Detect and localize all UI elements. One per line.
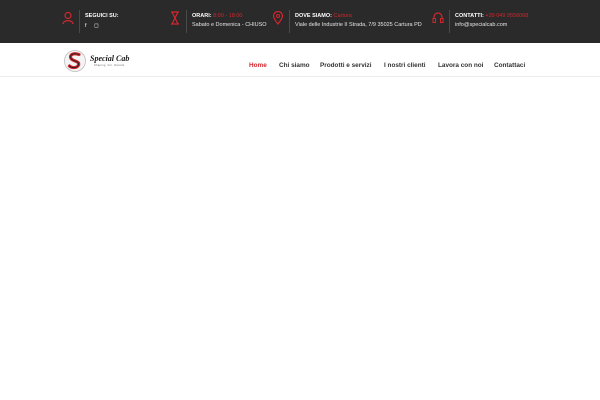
address-street: Viale delle Industrie II Strada, 7/9 350… (295, 22, 422, 28)
instagram-icon[interactable]: ◻ (94, 23, 99, 29)
separator (449, 10, 450, 33)
nav-contattaci[interactable]: Contattaci (494, 62, 525, 69)
logo-emblem-icon (64, 50, 86, 72)
facebook-icon[interactable]: f (85, 23, 87, 29)
contacts-email[interactable]: info@specialcab.com (455, 22, 507, 28)
social-icons: f ◻ (85, 23, 105, 29)
separator (79, 10, 80, 33)
logo[interactable]: Special Cab Shaping. For. Details (63, 49, 145, 73)
contacts-block: CONTATTI: +39 049 9556068 info@specialca… (432, 9, 542, 35)
hours-weekend: Sabato e Domenica - CHIUSO (192, 22, 267, 28)
logo-tagline: Shaping. For. Details (94, 64, 125, 67)
hours-block: ORARI: 8:00 - 18:00 Sabato e Domenica - … (169, 9, 269, 35)
address-block: DOVE SIAMO: Cartura Viale delle Industri… (272, 9, 432, 35)
top-bar: SEGUICI SU: f ◻ ORARI: 8:00 - 18:00 Saba… (0, 0, 600, 43)
contacts-phone[interactable]: +39 049 9556068 (485, 13, 528, 19)
main-navbar: Special Cab Shaping. For. Details Home C… (0, 43, 600, 77)
page-content (0, 78, 600, 400)
nav-nostri-clienti[interactable]: I nostri clienti (384, 62, 426, 69)
nav-home[interactable]: Home (249, 62, 267, 69)
hours-value: 8:00 - 18:00 (213, 13, 243, 19)
hourglass-icon (171, 11, 179, 25)
map-pin-icon (272, 11, 284, 25)
headset-icon (432, 12, 444, 23)
nav-lavora-con-noi[interactable]: Lavora con noi (438, 62, 483, 69)
hours-label: ORARI: (192, 13, 212, 19)
social-label: SEGUICI SU: (85, 13, 119, 19)
social-block: SEGUICI SU: f ◻ (62, 9, 142, 35)
address-label: DOVE SIAMO: (295, 13, 332, 19)
contacts-label: CONTATTI: (455, 13, 484, 19)
separator (289, 10, 290, 33)
nav-chi-siamo[interactable]: Chi siamo (279, 62, 310, 69)
address-city: Cartura (333, 13, 352, 19)
user-icon (62, 11, 74, 25)
logo-name: Special Cab (90, 54, 130, 63)
separator (186, 10, 187, 33)
nav-prodotti-servizi[interactable]: Prodotti e servizi (320, 62, 372, 69)
